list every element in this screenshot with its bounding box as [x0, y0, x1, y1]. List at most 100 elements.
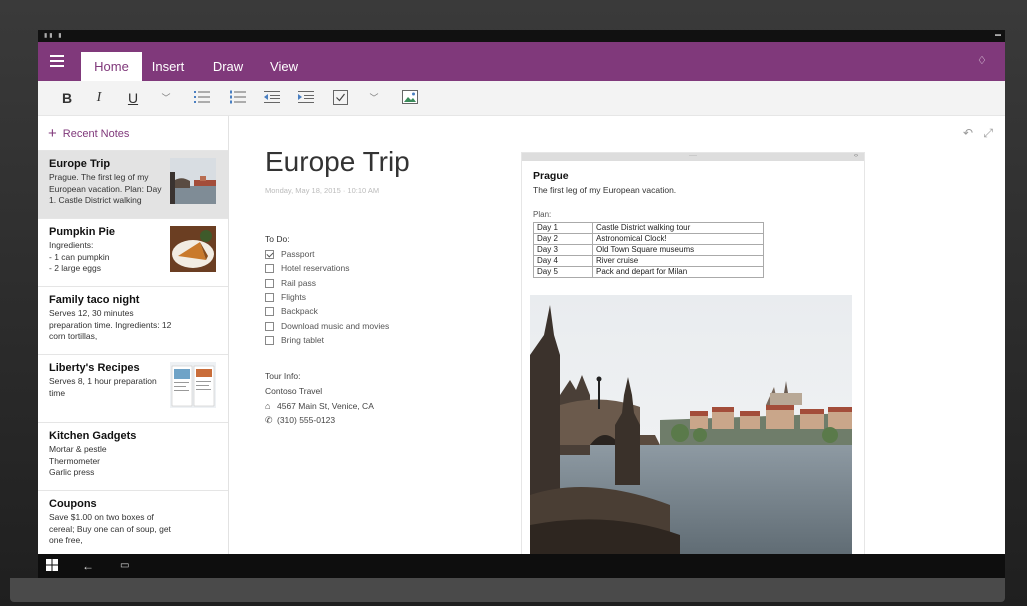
numbered-list-button[interactable]	[228, 88, 248, 108]
app-screen: ▮▮ ▮ ▬ Home Insert Draw View ♢ B I U ﹀ ﹀	[38, 30, 1005, 578]
numbered-list-icon	[230, 90, 246, 104]
todo-checkbox[interactable]	[265, 335, 274, 345]
table-row: Day 5 Pack and depart for Milan	[533, 266, 764, 278]
outdent-icon	[264, 91, 280, 103]
note-preview: Ingredients: - 1 can pumpkin - 2 large e…	[49, 240, 110, 273]
underline-button[interactable]: U	[124, 88, 142, 108]
notification-bell-icon[interactable]: ♢	[977, 55, 989, 67]
bullet-list-button[interactable]	[192, 88, 212, 108]
todo-label: Flights	[281, 291, 307, 302]
todo-tag-button[interactable]	[330, 88, 350, 108]
plus-icon: +	[48, 125, 57, 142]
note-preview: Serves 12, 30 minutes preparation time. …	[49, 308, 172, 341]
todo-item: Hotel reservations	[265, 262, 350, 274]
note-title: Europe Trip	[49, 158, 111, 170]
tour-phone-line: ✆ (310) 555-0123	[265, 415, 335, 426]
todo-checkbox[interactable]	[265, 307, 274, 317]
todo-checkbox[interactable]	[265, 292, 274, 302]
note-pumpkin-pie[interactable]: Pumpkin Pie Ingredients: - 1 can pumpkin…	[38, 218, 228, 286]
plan-label: Plan:	[533, 210, 552, 219]
container-resize-icon[interactable]: ‹›	[854, 153, 858, 160]
page-title[interactable]: Europe Trip	[265, 146, 410, 178]
note-preview: Mortar & pestle Thermometer Garlic press	[49, 444, 107, 477]
container-subtitle: The first leg of my European vacation.	[533, 185, 677, 195]
tour-address-line: ⌂ 4567 Main St, Venice, CA	[265, 401, 374, 411]
table-cell-activity[interactable]: Castle District walking tour	[592, 222, 764, 234]
tour-info-heading: Tour Info:	[265, 371, 301, 381]
note-kitchen-gadgets[interactable]: Kitchen Gadgets Mortar & pestle Thermome…	[38, 422, 228, 490]
app-titlebar: Home Insert Draw View ♢	[38, 42, 1005, 81]
note-preview: Save $1.00 on two boxes of cereal; Buy o…	[49, 512, 171, 545]
recent-notes-label: Recent Notes	[62, 128, 130, 140]
table-cell-day[interactable]: Day 4	[533, 255, 593, 267]
todo-checkbox[interactable]	[265, 278, 274, 288]
windows-start-icon[interactable]	[46, 559, 58, 574]
system-status-bar: ▮▮ ▮ ▬	[38, 30, 1005, 42]
note-europe-trip[interactable]: Europe Trip Prague. The first leg of my …	[38, 150, 228, 218]
recent-notes-sidebar: + Recent Notes Europe Trip Prague. The fi…	[38, 116, 229, 554]
note-title: Liberty's Recipes	[49, 362, 140, 374]
tour-company: Contoso Travel	[265, 386, 323, 396]
prague-photo[interactable]	[530, 295, 852, 557]
table-cell-activity[interactable]: River cruise	[592, 255, 764, 267]
todo-checkbox[interactable]	[265, 250, 274, 259]
note-family-taco-night[interactable]: Family taco night Serves 12, 30 minutes …	[38, 286, 228, 354]
table-cell-day[interactable]: Day 1	[533, 222, 593, 234]
table-cell-day[interactable]: Day 5	[533, 266, 593, 278]
todo-label: Bring tablet	[281, 334, 324, 345]
home-icon: ⌂	[265, 401, 271, 411]
checkbox-icon	[332, 90, 348, 105]
tab-home[interactable]: Home	[81, 52, 142, 81]
todo-heading: To Do:	[265, 234, 290, 244]
todo-checkbox[interactable]	[265, 264, 274, 274]
task-view-icon[interactable]: ▭	[120, 559, 129, 573]
page-date: Monday, May 18, 2015 · 10:10 AM	[265, 186, 380, 195]
hamburger-menu-icon[interactable]	[50, 55, 64, 67]
increase-indent-button[interactable]	[296, 88, 316, 108]
windows-taskbar: ← ▭	[38, 554, 1005, 578]
italic-button[interactable]: I	[90, 88, 108, 108]
todo-item: Flights	[265, 291, 306, 303]
note-title: Pumpkin Pie	[49, 226, 116, 238]
tour-phone: (310) 555-0123	[277, 415, 336, 425]
note-title: Family taco night	[49, 294, 140, 306]
recent-notes-button[interactable]: + Recent Notes	[48, 125, 129, 142]
plan-table[interactable]: Day 1 Castle District walking tour Day 2A…	[533, 222, 764, 278]
container-title: Prague	[533, 170, 569, 182]
note-libertys-recipes[interactable]: Liberty's Recipes Serves 8, 1 hour prepa…	[38, 354, 228, 422]
todo-label: Rail pass	[281, 277, 316, 288]
table-cell-activity[interactable]: Pack and depart for Milan	[592, 266, 764, 278]
container-drag-handle[interactable]: ···· ‹›	[522, 153, 864, 161]
bold-button[interactable]: B	[58, 88, 76, 108]
tab-view[interactable]: View	[262, 52, 306, 81]
tab-draw[interactable]: Draw	[204, 52, 252, 81]
table-cell-activity[interactable]: Astronomical Clock!	[592, 233, 764, 245]
tour-address: 4567 Main St, Venice, CA	[277, 401, 374, 411]
note-preview: Serves 8, 1 hour preparation time	[49, 376, 157, 398]
note-coupons[interactable]: Coupons Save $1.00 on two boxes of cerea…	[38, 490, 228, 554]
table-row: Day 2 Astronomical Clock!	[533, 233, 764, 245]
europe-trip-thumbnail	[170, 158, 216, 204]
todo-item: Passport	[265, 248, 315, 260]
todo-item: Download music and movies	[265, 320, 389, 332]
table-cell-day[interactable]: Day 2	[533, 233, 593, 245]
bullet-list-icon	[194, 91, 210, 103]
note-preview: Prague. The first leg of my European vac…	[49, 172, 162, 205]
note-container[interactable]: ···· ‹› Prague The first leg of my Europe…	[521, 152, 865, 558]
device-stand	[10, 578, 1005, 602]
chevron-down-icon[interactable]: ﹀	[158, 88, 174, 108]
undo-icon[interactable]: ↶	[963, 126, 973, 140]
insert-picture-button[interactable]	[400, 88, 420, 108]
decrease-indent-button[interactable]	[262, 88, 282, 108]
todo-item: Rail pass	[265, 277, 316, 289]
table-row: Day 1 Castle District walking tour	[533, 222, 764, 234]
table-cell-day[interactable]: Day 3	[533, 244, 593, 256]
note-page-canvas[interactable]: ↶ ⤢ Europe Trip Monday, May 18, 2015 · 1…	[229, 116, 1005, 558]
table-cell-activity[interactable]: Old Town Square museums	[592, 244, 764, 256]
tag-dropdown-chevron-icon[interactable]: ﹀	[366, 88, 382, 108]
back-arrow-icon[interactable]: ←	[82, 559, 94, 573]
expand-icon[interactable]: ⤢	[983, 126, 993, 141]
todo-checkbox[interactable]	[265, 321, 274, 331]
todo-label: Passport	[281, 249, 315, 259]
tab-insert[interactable]: Insert	[144, 52, 192, 81]
